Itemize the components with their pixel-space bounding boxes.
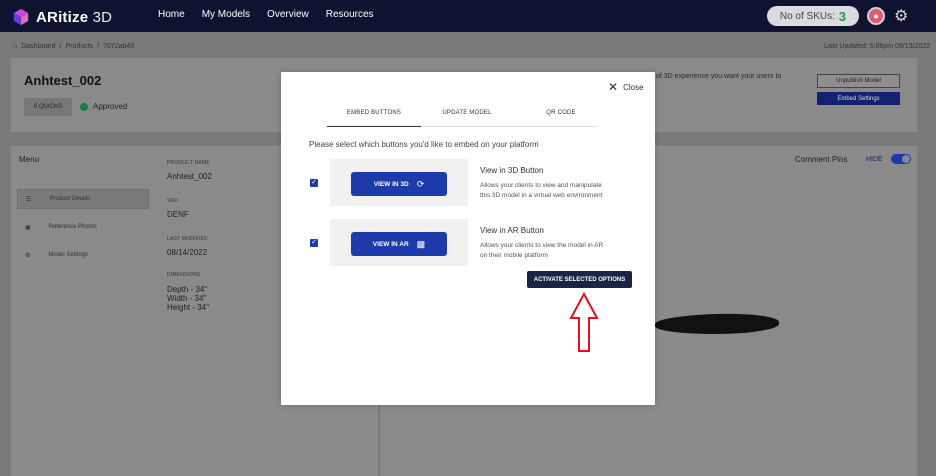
menu-item-label: Reference Photos: [48, 224, 97, 230]
breadcrumb-bar: ⌂ Dashboard / Products / 7072ab43 Last U…: [0, 38, 936, 58]
close-icon: ✕: [608, 80, 619, 94]
menu-item-product-details[interactable]: ☰ Product Details: [17, 189, 149, 209]
qr-code-icon: ▩: [416, 238, 426, 249]
user-avatar[interactable]: ●: [867, 7, 885, 25]
product-name-value: Anhtest_002: [167, 172, 212, 181]
view-in-ar-label: VIEW IN AR: [372, 240, 409, 248]
cube-logo-icon: [13, 8, 29, 26]
comment-pins-toggle[interactable]: [891, 154, 911, 164]
last-updated: Last Updated: 5:06pm 08/15/2022: [824, 43, 930, 50]
view-3d-desc-line2: this 3D model in a virtual web environme…: [480, 192, 603, 199]
breadcrumb-products[interactable]: Products: [65, 43, 93, 50]
unpublish-model-button[interactable]: Unpublish Model: [817, 74, 900, 88]
dimension-height: Height - 34": [167, 303, 209, 312]
quicks-badge: 0 QUICKS: [24, 98, 72, 116]
menu-item-reference-photos[interactable]: ▣ Reference Photos: [17, 217, 149, 237]
menu-item-label: Model Settings: [48, 252, 89, 258]
nav-my-models[interactable]: My Models: [202, 9, 250, 20]
up-arrow-annotation-icon: [569, 292, 599, 352]
sku-count-value: 3: [838, 8, 847, 24]
brand-logo[interactable]: ARitize 3D: [12, 8, 112, 26]
top-navbar: ARitize 3D Home My Models Overview Resou…: [0, 0, 936, 32]
dimensions-label: DIMENSIONS: [167, 272, 201, 278]
background-description: of 3D experience you want your users to: [656, 73, 782, 80]
nav-resources[interactable]: Resources: [326, 9, 374, 20]
status-badge: Approved: [80, 102, 127, 111]
activate-selected-options-button[interactable]: ACTIVATE SELECTED OPTIONS: [527, 271, 632, 288]
home-icon[interactable]: ⌂: [13, 43, 17, 50]
breadcrumb-dashboard[interactable]: Dashboard: [21, 43, 55, 50]
modal-tabs: EMBED BUTTONS UPDATE MODEL QR CODE: [327, 110, 598, 127]
last-modified-value: 08/14/2022: [167, 248, 208, 257]
3d-rotate-icon: ⟳: [416, 178, 425, 189]
view-3d-desc-line1: Allows your clients to view and manipula…: [480, 182, 602, 189]
menu-item-model-settings[interactable]: ⚙ Model Settings: [17, 245, 149, 265]
approved-check-icon: [80, 102, 88, 111]
settings-icon: ⚙: [25, 252, 31, 259]
breadcrumb: ⌂ Dashboard / Products / 7072ab43: [13, 43, 134, 50]
breadcrumb-current: 7072ab43: [103, 43, 135, 50]
sku-count-label: No of SKUs:: [779, 10, 835, 22]
last-modified-label: LAST MODIFIED: [167, 236, 208, 242]
sku-value: DENF: [167, 210, 189, 219]
sku-label: SKU: [167, 198, 178, 204]
nav-home[interactable]: Home: [158, 9, 185, 20]
brand-name: ARitize 3D: [36, 8, 113, 26]
breadcrumb-separator: /: [97, 43, 100, 50]
dimension-width: Width - 34": [167, 294, 207, 303]
breadcrumb-separator: /: [59, 43, 62, 50]
embed-settings-button[interactable]: Embed Settings: [817, 92, 900, 105]
product-name-label: PRODUCT NAME: [167, 160, 210, 166]
page-title: Anhtest_002: [24, 73, 102, 88]
menu-item-label: Product Details: [49, 196, 91, 202]
list-icon: ☰: [26, 196, 32, 203]
view-in-3d-label: VIEW IN 3D: [373, 180, 409, 188]
photo-icon: ▣: [25, 224, 31, 231]
view-ar-checkbox[interactable]: ✓: [310, 239, 318, 247]
view-in-ar-button[interactable]: VIEW IN AR ▩: [351, 232, 447, 256]
tab-update-model[interactable]: UPDATE MODEL: [427, 110, 507, 127]
dimension-depth: Depth - 34": [167, 285, 208, 294]
status-label: Approved: [93, 102, 128, 111]
view-3d-checkbox[interactable]: ✓: [310, 179, 318, 187]
view-3d-title: View in 3D Button: [480, 166, 544, 175]
view-ar-desc-line2: on their mobile platform: [480, 252, 548, 259]
hide-label: HIDE: [866, 156, 883, 163]
close-label: Close: [623, 82, 644, 92]
view-ar-title: View in AR Button: [480, 226, 544, 235]
view-ar-desc-line1: Allows your clients to view the model in…: [480, 242, 604, 249]
comment-pins-label: Comment Pins: [795, 155, 848, 164]
nav-overview[interactable]: Overview: [267, 9, 309, 20]
main-nav: Home My Models Overview Resources: [158, 9, 391, 20]
menu-title: Menu: [19, 155, 40, 164]
tab-embed-buttons[interactable]: EMBED BUTTONS: [327, 110, 421, 127]
gear-icon[interactable]: ⚙: [894, 6, 908, 26]
embed-instruction: Please select which buttons you'd like t…: [309, 140, 539, 149]
sku-count-pill: No of SKUs: 3: [767, 6, 859, 26]
close-button[interactable]: ✕ Close: [608, 80, 644, 94]
tab-qr-code[interactable]: QR CODE: [527, 110, 595, 127]
view-in-3d-button[interactable]: VIEW IN 3D ⟳: [351, 172, 447, 196]
